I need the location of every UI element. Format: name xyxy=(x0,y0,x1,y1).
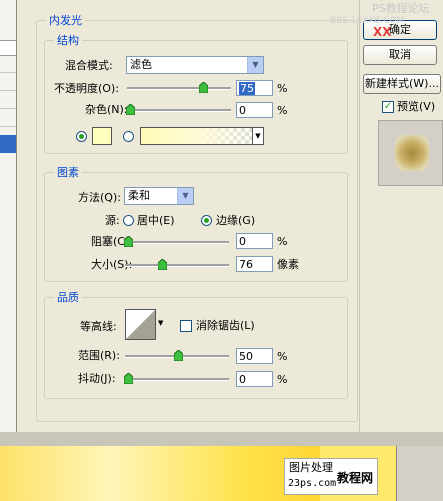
size-slider[interactable] xyxy=(125,259,229,271)
list-divider xyxy=(0,108,16,109)
preview-label[interactable]: 预览(V) xyxy=(397,100,435,114)
slider-track xyxy=(125,241,229,244)
source-edge-label[interactable]: 边缘(G) xyxy=(216,214,255,228)
chevron-down-icon[interactable]: ▼ xyxy=(177,188,193,204)
opacity-value: 75 xyxy=(239,82,255,95)
canvas-scroll-area xyxy=(396,446,443,501)
blend-mode-value: 滤色 xyxy=(130,58,152,71)
opacity-label: 不透明度(O): xyxy=(54,82,119,95)
noise-unit: % xyxy=(277,104,288,117)
slider-thumb-icon[interactable] xyxy=(174,350,183,361)
size-field[interactable]: 76 xyxy=(236,256,273,272)
range-slider[interactable] xyxy=(125,350,229,362)
range-field[interactable]: 50 xyxy=(236,348,273,364)
slider-thumb-icon[interactable] xyxy=(124,373,133,384)
slider-thumb-icon[interactable] xyxy=(158,259,167,270)
source-center-label[interactable]: 居中(E) xyxy=(137,214,175,228)
stamp-line3: 教程网 xyxy=(337,471,374,485)
blend-mode-label: 混合模式: xyxy=(65,59,113,72)
size-unit: 像素 xyxy=(277,258,299,271)
choke-slider[interactable] xyxy=(124,236,229,248)
stamp-line2: 23ps.com xyxy=(288,478,337,489)
slider-track xyxy=(125,264,229,267)
list-divider xyxy=(0,90,16,91)
slider-thumb-icon[interactable] xyxy=(126,104,135,115)
new-style-button[interactable]: 新建样式(W)... xyxy=(363,74,441,94)
source-edge-radio[interactable] xyxy=(201,215,212,226)
jitter-unit: % xyxy=(277,373,288,386)
antialias-label[interactable]: 消除锯齿(L) xyxy=(196,319,255,333)
cancel-button[interactable]: 取消 xyxy=(363,45,437,65)
xx-watermark: XX xyxy=(373,25,392,39)
noise-slider[interactable] xyxy=(126,104,231,116)
gradient-picker[interactable]: ▼ xyxy=(140,127,264,145)
preview-thumbnail xyxy=(378,120,443,186)
list-divider xyxy=(0,72,16,73)
quality-title: 品质 xyxy=(54,291,82,304)
jitter-slider[interactable] xyxy=(124,373,229,385)
choke-unit: % xyxy=(277,235,288,248)
method-label: 方法(Q): xyxy=(78,191,121,204)
contour-curve-icon xyxy=(126,310,155,339)
left-styles-list[interactable] xyxy=(0,0,17,432)
opacity-field[interactable]: 75 xyxy=(236,80,273,96)
elements-title: 图素 xyxy=(54,166,82,179)
opacity-slider[interactable] xyxy=(127,82,231,94)
site-stamp: 图片处理 23ps.com 教程网 xyxy=(284,458,378,495)
chevron-down-icon[interactable]: ▼ xyxy=(247,57,263,73)
styles-list-header xyxy=(0,40,16,56)
contour-dropdown-icon[interactable]: ▼ xyxy=(158,316,166,330)
range-unit: % xyxy=(277,350,288,363)
slider-track xyxy=(127,109,231,112)
slider-track xyxy=(125,378,229,381)
range-label: 范围(R): xyxy=(78,349,120,362)
stamp-line1: 图片处理 xyxy=(289,461,333,474)
forum-url-watermark: BBS.16XX8.COM xyxy=(330,16,405,26)
canvas-top-border xyxy=(0,432,443,446)
glow-preview-shape xyxy=(395,135,429,171)
opacity-unit: % xyxy=(277,82,288,95)
inner-glow-title: 内发光 xyxy=(46,14,85,27)
structure-title: 结构 xyxy=(54,34,82,47)
color-radio[interactable] xyxy=(76,131,87,142)
choke-field[interactable]: 0 xyxy=(236,233,273,249)
jitter-field[interactable]: 0 xyxy=(236,371,273,387)
jitter-label: 抖动(J): xyxy=(78,372,116,385)
glow-color-swatch[interactable] xyxy=(92,127,112,145)
contour-label: 等高线: xyxy=(80,320,117,333)
slider-thumb-icon[interactable] xyxy=(199,82,208,93)
contour-picker[interactable] xyxy=(125,309,156,340)
source-label: 源: xyxy=(105,214,120,227)
blend-mode-select[interactable]: 滤色 ▼ xyxy=(126,56,264,74)
noise-label: 杂色(N): xyxy=(85,103,128,116)
source-center-radio[interactable] xyxy=(123,215,134,226)
gradient-dropdown-icon[interactable]: ▼ xyxy=(252,128,263,144)
gradient-radio[interactable] xyxy=(123,131,134,142)
slider-thumb-icon[interactable] xyxy=(124,236,133,247)
list-divider xyxy=(0,126,16,127)
noise-field[interactable]: 0 xyxy=(236,102,273,118)
method-select[interactable]: 柔和 ▼ xyxy=(124,187,194,205)
inner-glow-panel: 内发光 结构 混合模式: 滤色 ▼ 不透明度(O): 75 % 杂色(N): 0… xyxy=(34,0,360,432)
method-value: 柔和 xyxy=(128,189,150,202)
preview-checkbox[interactable]: ✓ xyxy=(382,101,394,113)
list-item-selected[interactable] xyxy=(0,135,16,153)
antialias-checkbox[interactable] xyxy=(180,320,192,332)
slider-track xyxy=(127,87,231,90)
